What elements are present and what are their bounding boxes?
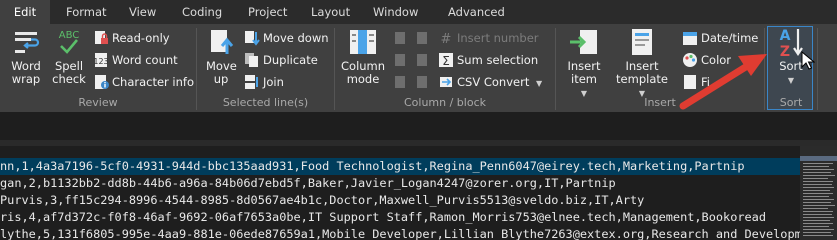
read-only-button[interactable]: Read-only <box>93 28 170 48</box>
group-selected-lines: Move up Move down Duplicate Join Selecte… <box>197 24 334 112</box>
column-tools-icons-left <box>395 32 405 88</box>
tab-advanced[interactable]: Advanced <box>448 0 505 24</box>
word-count-label: Word count <box>112 53 178 67</box>
insert-template-button[interactable]: Insert template ▼ <box>612 26 672 100</box>
editor-line[interactable]: lythe,5,131f6805-995e-4aa9-881e-06ede876… <box>0 226 800 240</box>
group-label-sort: Sort <box>779 96 803 109</box>
character-info-label: Character info <box>112 75 194 89</box>
column-mode-icon <box>350 30 376 54</box>
group-review: Word wrap ABC Spell check Read-only 123 … <box>0 24 196 112</box>
editor-line[interactable]: Purvis,3,ff15c294-8996-4544-8985-8d0567a… <box>0 192 800 209</box>
duplicate-label: Duplicate <box>263 53 318 67</box>
word-wrap-icon <box>15 32 40 53</box>
word-wrap-label: Word wrap <box>11 59 41 86</box>
csv-convert-button[interactable]: CSV Convert ▼ <box>438 72 542 92</box>
svg-text:123: 123 <box>93 57 108 66</box>
word-wrap-button[interactable]: Word wrap <box>6 26 46 86</box>
date-time-label: Date/time <box>701 31 759 45</box>
sort-icon-letter-z: Z <box>780 44 790 58</box>
editor-line-current[interactable]: nn,1,4a3a7196-5cf0-4931-944d-bbc135aad93… <box>0 158 800 175</box>
sum-icon: Σ <box>439 53 453 68</box>
mouse-cursor-icon <box>801 51 815 70</box>
duplicate-button[interactable]: Duplicate <box>244 50 318 70</box>
sort-icon-letter-a: A <box>780 28 791 44</box>
calendar-icon <box>683 32 697 45</box>
csv-convert-label: CSV Convert <box>457 75 530 89</box>
insert-number-button[interactable]: # Insert number <box>438 28 539 48</box>
tab-view[interactable]: View <box>129 0 156 24</box>
minimap[interactable] <box>800 146 837 240</box>
color-button[interactable]: Color <box>682 50 731 70</box>
column-tools-icons-right <box>417 32 427 88</box>
tab-window[interactable]: Window <box>373 0 418 24</box>
ribbon-panel: Word wrap ABC Spell check Read-only 123 … <box>0 24 837 112</box>
tab-format[interactable]: Format <box>66 0 107 24</box>
spell-check-label: Spell check <box>52 59 86 86</box>
group-divider <box>817 28 818 110</box>
tab-edit[interactable]: Edit <box>0 0 50 24</box>
group-insert: Insert item ▼ Insert template ▼ Date/tim… <box>556 24 764 112</box>
join-icon <box>245 75 258 89</box>
date-time-button[interactable]: Date/time <box>682 28 758 48</box>
move-up-label: Move up <box>206 59 237 86</box>
file-icon <box>684 75 696 89</box>
column-mode-label: Column mode <box>341 59 386 86</box>
group-column-block: Column mode # Insert number Σ Sum select… <box>335 24 555 112</box>
move-down-icon <box>245 31 260 46</box>
duplicate-icon <box>245 53 258 67</box>
chevron-down-icon: ▼ <box>535 79 543 88</box>
group-label-review: Review <box>78 96 118 109</box>
file-button[interactable]: Fi <box>682 72 710 92</box>
tab-project[interactable]: Project <box>248 0 287 24</box>
svg-text:#: # <box>441 32 452 46</box>
spell-check-icon: ABC <box>59 30 79 54</box>
move-down-label: Move down <box>263 31 329 45</box>
text-editor[interactable]: nn,1,4a3a7196-5cf0-4931-944d-bbc135aad93… <box>0 146 837 240</box>
insert-number-icon: # <box>441 32 452 46</box>
csv-convert-icon <box>440 77 452 87</box>
minimap-preview <box>800 156 837 236</box>
word-count-button[interactable]: 123 Word count <box>93 50 178 70</box>
move-down-button[interactable]: Move down <box>244 28 329 48</box>
file-label: Fi <box>701 75 710 89</box>
move-up-button[interactable]: Move up <box>203 26 239 86</box>
insert-template-icon <box>632 29 652 55</box>
spell-check-button[interactable]: ABC Spell check <box>50 26 88 86</box>
editor-line[interactable]: ris,4,af7d372c-f0f8-46af-9692-06af7653a0… <box>0 209 800 226</box>
join-label: Join <box>263 75 284 89</box>
column-mode-button[interactable]: Column mode <box>340 26 386 86</box>
group-label-column-block: Column / block <box>403 96 486 109</box>
editor-line[interactable]: gan,2,b1132bb2-dd8b-44b6-a96a-84b06d7ebd… <box>0 175 800 192</box>
color-label: Color <box>701 53 732 67</box>
move-up-icon <box>211 30 234 54</box>
character-info-button[interactable]: Character info <box>93 72 194 92</box>
palette-icon <box>683 53 697 67</box>
group-label-selected-lines: Selected line(s) <box>222 96 309 109</box>
insert-number-label: Insert number <box>457 31 539 45</box>
insert-item-button[interactable]: Insert item ▼ <box>560 26 608 100</box>
insert-item-icon <box>570 30 597 54</box>
ribbon-tab-strip: Edit Format View Coding Project Layout W… <box>0 0 837 24</box>
document-lock-icon <box>95 31 108 44</box>
tab-coding[interactable]: Coding <box>182 0 222 24</box>
sum-selection-button[interactable]: Σ Sum selection <box>438 50 538 70</box>
word-count-icon: 123 <box>93 53 109 67</box>
svg-text:Σ: Σ <box>442 54 450 68</box>
join-button[interactable]: Join <box>244 72 284 92</box>
chevron-down-icon: ▼ <box>787 76 795 85</box>
tab-layout[interactable]: Layout <box>311 0 350 24</box>
sum-selection-label: Sum selection <box>457 53 539 67</box>
insert-item-label: Insert item <box>567 59 601 86</box>
group-label-insert: Insert <box>644 96 676 109</box>
insert-template-label: Insert template <box>616 59 668 86</box>
character-info-icon <box>95 75 109 89</box>
read-only-label: Read-only <box>112 31 170 45</box>
